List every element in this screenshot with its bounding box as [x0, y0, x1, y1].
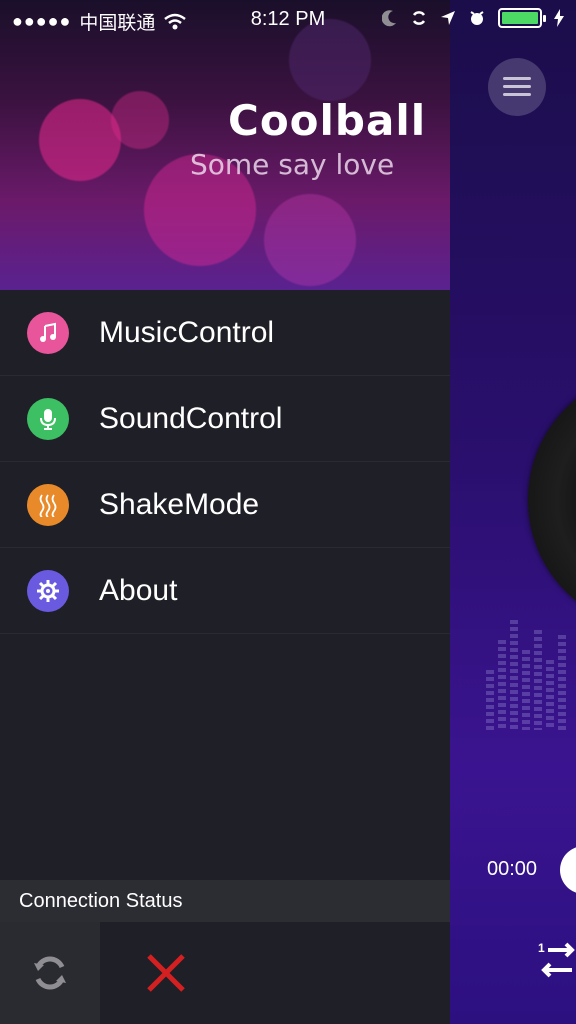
alarm-icon: [470, 11, 484, 25]
drawer-header: Coolball Some say love: [0, 0, 450, 290]
elapsed-time: 00:00: [487, 858, 538, 880]
vinyl-record: [528, 370, 576, 630]
menu-toggle-button[interactable]: [488, 58, 546, 116]
app-subtitle: Some say love: [190, 148, 395, 181]
drawer-menu: MusicControl SoundControl ShakeMode Abou…: [0, 290, 450, 634]
location-arrow-icon: [441, 11, 455, 25]
disconnected-x-icon: [145, 952, 187, 994]
menu-label: MusicControl: [99, 315, 275, 349]
microphone-icon: [27, 397, 69, 440]
moon-icon: [382, 10, 396, 27]
rotation-lock-icon: [412, 11, 426, 25]
battery-icon: [498, 8, 546, 28]
music-note-icon: [27, 311, 69, 354]
menu-label: ShakeMode: [99, 487, 260, 521]
menu-item-shake-mode[interactable]: ShakeMode: [0, 462, 450, 548]
progress-slider-thumb[interactable]: [560, 846, 576, 894]
refresh-button[interactable]: [0, 922, 100, 1024]
refresh-icon: [34, 956, 66, 990]
menu-item-about[interactable]: About: [0, 548, 450, 634]
repeat-badge: 1: [538, 941, 545, 955]
side-drawer: Coolball Some say love MusicControl Soun…: [0, 0, 450, 1024]
repeat-one-icon[interactable]: 1: [538, 940, 576, 980]
gear-icon: [27, 569, 69, 612]
hamburger-icon: [503, 77, 531, 97]
charging-bolt-icon: [554, 9, 564, 27]
app-title: Coolball: [228, 96, 427, 145]
status-bar: ●●●●● 中国联通 8:12 PM: [0, 0, 576, 40]
status-right: [382, 8, 564, 28]
menu-label: About: [99, 573, 178, 607]
menu-label: SoundControl: [99, 401, 283, 435]
equalizer-visual: [486, 610, 576, 730]
connection-status-label: Connection Status: [0, 880, 450, 922]
connection-status-row: [0, 922, 450, 1024]
menu-item-music-control[interactable]: MusicControl: [0, 290, 450, 376]
wave-icon: [27, 483, 69, 526]
menu-item-sound-control[interactable]: SoundControl: [0, 376, 450, 462]
